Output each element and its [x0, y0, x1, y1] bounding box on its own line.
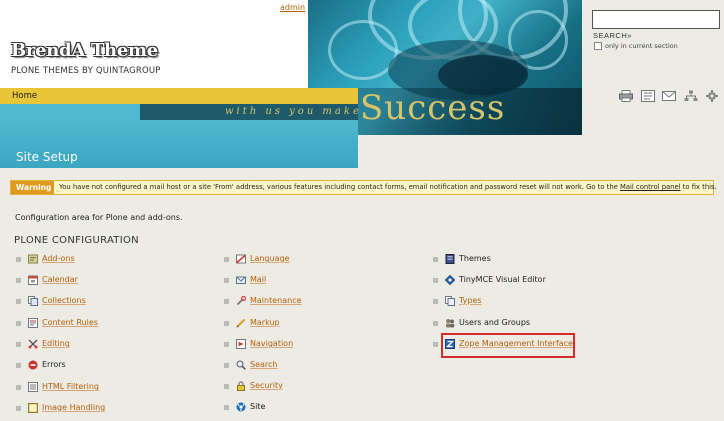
sitemap-icon[interactable]: [641, 90, 655, 102]
search-input[interactable]: [592, 10, 720, 29]
bullet: [224, 321, 229, 326]
gear-icon[interactable]: [705, 90, 719, 102]
security-icon: [236, 381, 246, 391]
warning-text: You have not configured a mail host or a…: [59, 183, 717, 191]
page-title: Site Setup: [16, 150, 78, 164]
intro-text: Configuration area for Plone and add-ons…: [15, 213, 183, 222]
html-filtering-icon: [28, 382, 38, 392]
bullet: [16, 321, 21, 326]
calendar-icon: [28, 275, 38, 285]
config-label: Content Rules: [42, 318, 98, 327]
bullet: [16, 406, 21, 411]
tab-home[interactable]: Home: [12, 91, 37, 101]
banner-word: Success: [360, 88, 506, 128]
config-label: Types: [459, 296, 482, 305]
themes-icon: [445, 254, 455, 264]
config-label: Security: [250, 381, 283, 390]
tagline: with us you make: [225, 106, 362, 117]
users-groups-icon: [445, 318, 455, 328]
bullet: [16, 363, 21, 368]
types-icon: [445, 296, 455, 306]
bullet: [433, 278, 438, 283]
config-label: HTML Filtering: [42, 382, 99, 391]
language-icon: [236, 254, 246, 264]
nav-bar: [0, 88, 358, 104]
bullet: [224, 405, 229, 410]
editing-icon: [28, 339, 38, 349]
bullet: [16, 342, 21, 347]
current-section-checkbox[interactable]: [594, 42, 602, 50]
config-label: Mail: [250, 275, 267, 284]
bullet: [224, 363, 229, 368]
user-link[interactable]: admin: [280, 3, 305, 12]
print-icon[interactable]: [619, 90, 633, 102]
bullet: [433, 342, 438, 347]
config-label: Calendar: [42, 275, 78, 284]
maintenance-icon: [236, 295, 247, 306]
bullet: [224, 342, 229, 347]
config-label: TinyMCE Visual Editor: [459, 275, 546, 284]
mail-icon: [236, 275, 246, 285]
config-label: Markup: [250, 318, 280, 327]
bullet: [16, 278, 21, 283]
addons-icon: [28, 254, 38, 264]
warning-label: Warning: [11, 181, 54, 194]
search-button-label: SEARCH: [593, 31, 628, 40]
bullet: [16, 385, 21, 390]
logo-subtitle: PLONE THEMES BY QUINTAGROUP: [11, 66, 161, 76]
content-rules-icon: [28, 318, 38, 328]
errors-icon: [28, 360, 38, 370]
search-button[interactable]: SEARCH»: [593, 31, 632, 40]
logo-title[interactable]: BrendA Theme: [11, 40, 158, 61]
tree-icon[interactable]: [684, 90, 698, 102]
markup-icon: [236, 318, 246, 328]
warning-message: Warning You have not configured a mail h…: [10, 180, 717, 195]
config-label: Collections: [42, 296, 86, 305]
config-label: Users and Groups: [459, 318, 531, 327]
bullet: [433, 257, 438, 262]
config-label: Editing: [42, 339, 70, 348]
config-label: Add-ons: [42, 254, 75, 263]
config-label: Site: [250, 402, 266, 411]
zmi-highlight-box: [441, 333, 575, 358]
bullet: [433, 299, 438, 304]
search-icon: [236, 360, 246, 370]
mail-control-panel-link[interactable]: Mail control panel: [620, 183, 681, 191]
site-icon: [236, 402, 246, 412]
bullet: [224, 257, 229, 262]
bullet: [224, 384, 229, 389]
image-handling-icon: [28, 403, 38, 413]
warning-text-after: to fix this.: [680, 183, 717, 191]
bullet: [16, 299, 21, 304]
title-band-top: [0, 104, 140, 120]
bullet: [224, 278, 229, 283]
config-label: Image Handling: [42, 403, 106, 412]
current-section-label: only in current section: [605, 42, 678, 50]
section-title: PLONE CONFIGURATION: [14, 235, 139, 246]
bullet: [433, 321, 438, 326]
config-label: Navigation: [250, 339, 294, 348]
bullet: [224, 299, 229, 304]
bullet: [16, 257, 21, 262]
collections-icon: [28, 296, 38, 306]
search-arrow-icon: »: [627, 31, 632, 40]
config-label: Errors: [42, 360, 66, 369]
tinymce-icon: [444, 274, 456, 286]
config-label: Search: [250, 360, 278, 369]
mail-icon[interactable]: [662, 90, 676, 102]
warning-text-before: You have not configured a mail host or a…: [59, 183, 621, 191]
config-label: Language: [250, 254, 290, 263]
config-label: Themes: [459, 254, 491, 263]
navigation-icon: [236, 339, 246, 349]
config-label: Maintenance: [250, 296, 302, 305]
